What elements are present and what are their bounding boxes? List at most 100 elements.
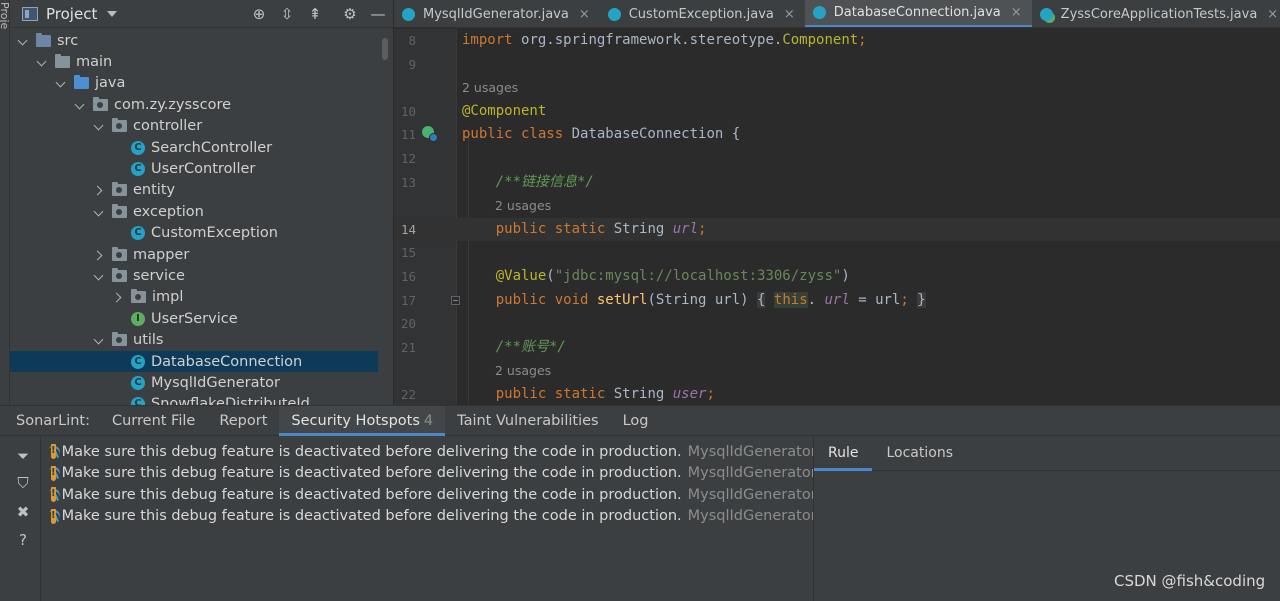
code-token: "jdbc:mysql://localhost:3306/zyss" <box>554 268 842 284</box>
gear-icon[interactable]: ⚙ <box>341 5 359 23</box>
tree-item[interactable]: src <box>10 30 393 51</box>
usages-link[interactable]: 2 usages <box>495 194 551 218</box>
chevron-right-icon[interactable] <box>113 291 125 303</box>
tree-item[interactable]: service <box>10 265 393 286</box>
tree-item-label: MysqlIdGenerator <box>151 374 280 391</box>
code-token: String <box>613 220 673 237</box>
sonarlint-tool-window: SonarLint: Current File Report Security Hot… <box>0 405 1280 601</box>
package-dot <box>116 208 122 215</box>
hotspot-row[interactable]: ! Make sure this debug feature is deactiv… <box>41 506 850 528</box>
code-token: ; <box>698 220 707 237</box>
code-token: DatabaseConnection { <box>571 126 741 143</box>
spring-bean-icon[interactable] <box>422 126 438 143</box>
chevron-down-icon[interactable] <box>94 334 106 346</box>
tree-item[interactable]: C SnowflakeDistributeId <box>10 394 393 405</box>
shield-check-icon[interactable]: ⛉ <box>14 474 32 492</box>
chevron-right-icon[interactable] <box>94 249 106 261</box>
tree-item[interactable]: java <box>10 73 393 94</box>
chevron-down-icon[interactable] <box>37 56 49 68</box>
code-line: 16 @Value("jdbc:mysql://localhost:3306/z… <box>394 265 1280 289</box>
package-dot <box>97 101 103 108</box>
project-tool-strip[interactable]: Proje <box>0 0 11 405</box>
code-line: 20 <box>394 312 1280 336</box>
folder-icon <box>74 75 89 90</box>
project-title[interactable]: Project <box>46 5 97 23</box>
tree-item[interactable]: controller <box>10 116 393 137</box>
tree-item[interactable]: C DatabaseConnection <box>10 350 378 373</box>
tree-item[interactable]: exception <box>10 201 393 222</box>
tree-item[interactable]: C SearchController <box>10 137 393 158</box>
line-number: 22 <box>400 387 416 402</box>
editor-tab[interactable]: DatabaseConnection.java × <box>804 0 1032 27</box>
package-dot <box>116 187 122 194</box>
close-icon[interactable]: × <box>1011 5 1022 20</box>
class-icon: C <box>131 226 145 241</box>
tree-item[interactable]: utils <box>10 329 393 350</box>
tree-item[interactable]: C CustomException <box>10 223 393 244</box>
usages-link[interactable]: 2 usages <box>462 76 518 100</box>
tree-item[interactable]: mapper <box>10 244 393 265</box>
editor-tab[interactable]: MysqlIdGenerator.java × <box>394 0 600 27</box>
sonarlint-tab[interactable]: Log <box>611 406 661 436</box>
filter-icon[interactable]: ⏷ <box>14 447 32 465</box>
line-number: 12 <box>400 151 416 166</box>
line-number: 16 <box>400 269 416 284</box>
hotspot-row[interactable]: ! Make sure this debug feature is deactiv… <box>41 463 850 485</box>
code-line: 12 <box>394 147 1280 171</box>
code-line: 14 public static String url; <box>394 217 1280 242</box>
sonarlint-tab[interactable]: Taint Vulnerabilities <box>445 406 610 436</box>
locate-icon[interactable]: ⊕ <box>250 5 268 23</box>
class-icon: C <box>131 397 145 405</box>
sonarlint-label: SonarLint: <box>0 406 100 436</box>
chevron-down-icon[interactable] <box>94 120 106 132</box>
fold-icon[interactable] <box>451 295 460 305</box>
chevron-down-icon[interactable] <box>94 206 106 218</box>
expand-all-icon[interactable]: ⇳ <box>278 5 296 23</box>
code-text: public static String url; <box>462 218 707 242</box>
close-icon[interactable]: × <box>579 7 590 22</box>
sonarlint-tab[interactable]: Current File <box>100 406 207 436</box>
minimize-icon[interactable]: — <box>369 5 387 23</box>
close-icon[interactable]: × <box>784 7 795 22</box>
collapse-all-icon[interactable]: ⇞ <box>306 5 324 23</box>
help-icon[interactable]: ? <box>14 531 32 549</box>
tree-item[interactable]: C UserController <box>10 158 393 179</box>
chevron-down-icon[interactable] <box>107 10 118 17</box>
sonarlint-tab[interactable]: Report <box>207 406 279 436</box>
package-dot <box>116 123 122 130</box>
chevron-down-icon[interactable] <box>75 99 87 111</box>
chevron-right-icon[interactable] <box>94 184 106 196</box>
sonarlint-tab[interactable]: Security Hotspots 4 <box>279 405 446 436</box>
chevron-down-icon[interactable] <box>94 270 106 282</box>
tree-item[interactable]: main <box>10 51 393 72</box>
hotspot-row[interactable]: ! Make sure this debug feature is deactiv… <box>41 441 850 463</box>
hotspot-row[interactable]: ! Make sure this debug feature is deactiv… <box>41 484 850 506</box>
class-icon <box>402 7 415 21</box>
sonarlint-tab-label: Security Hotspots <box>291 412 420 429</box>
tools-icon[interactable]: ✖ <box>14 503 32 521</box>
code-editor[interactable]: 8 import org.springframework.stereotype.C… <box>394 29 1280 405</box>
tree-item[interactable]: I UserService <box>10 308 393 329</box>
editor-tab[interactable]: CustomException.java × <box>600 0 805 27</box>
line-number: 21 <box>400 339 416 355</box>
chevron-down-icon[interactable] <box>56 77 68 89</box>
hotspot-message: Make sure this debug feature is deactiva… <box>61 486 682 503</box>
tree-item-label: DatabaseConnection <box>151 353 303 370</box>
editor-tab[interactable]: ZyssCoreApplicationTests.java × <box>1032 0 1280 27</box>
bean-icon-badge <box>429 133 438 143</box>
tree-item[interactable]: C MysqlIdGenerator <box>10 372 393 393</box>
tree-item[interactable]: entity <box>10 180 393 201</box>
close-icon[interactable]: × <box>1267 7 1278 22</box>
rule-tab[interactable]: Rule <box>814 437 873 471</box>
tree-item[interactable]: com.zy.zysscore <box>10 94 393 115</box>
tree-item[interactable]: impl <box>10 287 393 308</box>
class-icon: C <box>131 140 145 155</box>
usages-link[interactable]: 2 usages <box>495 359 551 383</box>
chevron-down-icon[interactable] <box>18 35 30 47</box>
tree-scrollbar[interactable] <box>382 38 388 60</box>
rule-tab[interactable]: Locations <box>872 437 967 471</box>
code-line: 15 <box>394 241 1280 265</box>
